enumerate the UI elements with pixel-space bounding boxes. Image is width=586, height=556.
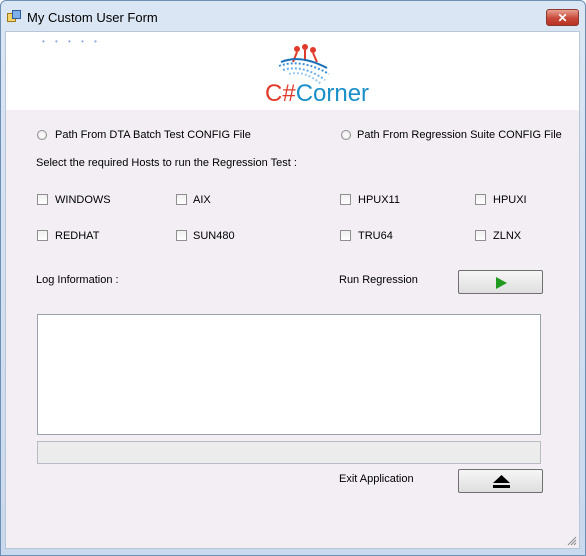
host-windows-checkbox[interactable]	[37, 194, 48, 205]
dta-config-label[interactable]: Path From DTA Batch Test CONFIG File	[55, 129, 251, 141]
progress-bar	[37, 441, 541, 464]
host-redhat-label[interactable]: REDHAT	[55, 230, 99, 242]
dta-config-radio[interactable]	[37, 130, 47, 140]
host-tru64-checkbox[interactable]	[340, 230, 351, 241]
window-title: My Custom User Form	[27, 10, 158, 25]
logo-word-text: Corner	[295, 80, 370, 107]
logo-text: C#Corner	[265, 80, 369, 108]
resize-grip-icon[interactable]	[567, 536, 577, 546]
form-client-area: • • • • • C#Corner Path From DTA Batch T…	[5, 31, 580, 549]
regression-config-label[interactable]: Path From Regression Suite CONFIG File	[357, 129, 562, 141]
regression-config-radio[interactable]	[341, 130, 351, 140]
host-aix-label[interactable]: AIX	[193, 194, 211, 206]
run-regression-button[interactable]	[458, 270, 543, 294]
main-window: My Custom User Form ✕ • • • • • C#Corner	[0, 0, 586, 556]
play-icon	[496, 277, 507, 289]
host-windows-label[interactable]: WINDOWS	[55, 194, 111, 206]
close-icon: ✕	[557, 11, 568, 25]
csharp-corner-logo: C#Corner	[263, 44, 383, 108]
form-icon	[7, 10, 21, 22]
host-hpuxi-label[interactable]: HPUXI	[493, 194, 527, 206]
exit-application-label: Exit Application	[339, 473, 414, 485]
host-aix-checkbox[interactable]	[176, 194, 187, 205]
log-output-textbox[interactable]	[37, 314, 541, 435]
host-hpux11-label[interactable]: HPUX11	[358, 194, 400, 206]
banner: • • • • • C#Corner	[6, 32, 579, 110]
logo-hash-text: C#	[265, 80, 296, 107]
host-tru64-label[interactable]: TRU64	[358, 230, 393, 242]
log-information-label: Log Information :	[36, 274, 119, 286]
banner-dots: • • • • •	[42, 37, 101, 46]
title-bar[interactable]: My Custom User Form ✕	[1, 1, 585, 31]
eject-icon	[493, 475, 510, 488]
host-zlnx-label[interactable]: ZLNX	[493, 230, 521, 242]
hosts-prompt: Select the required Hosts to run the Reg…	[36, 157, 297, 169]
host-hpux11-checkbox[interactable]	[340, 194, 351, 205]
host-hpuxi-checkbox[interactable]	[475, 194, 486, 205]
exit-application-button[interactable]	[458, 469, 543, 493]
host-redhat-checkbox[interactable]	[37, 230, 48, 241]
host-sun480-checkbox[interactable]	[176, 230, 187, 241]
host-sun480-label[interactable]: SUN480	[193, 230, 235, 242]
close-button[interactable]: ✕	[546, 9, 579, 26]
host-zlnx-checkbox[interactable]	[475, 230, 486, 241]
run-regression-label: Run Regression	[339, 274, 418, 286]
